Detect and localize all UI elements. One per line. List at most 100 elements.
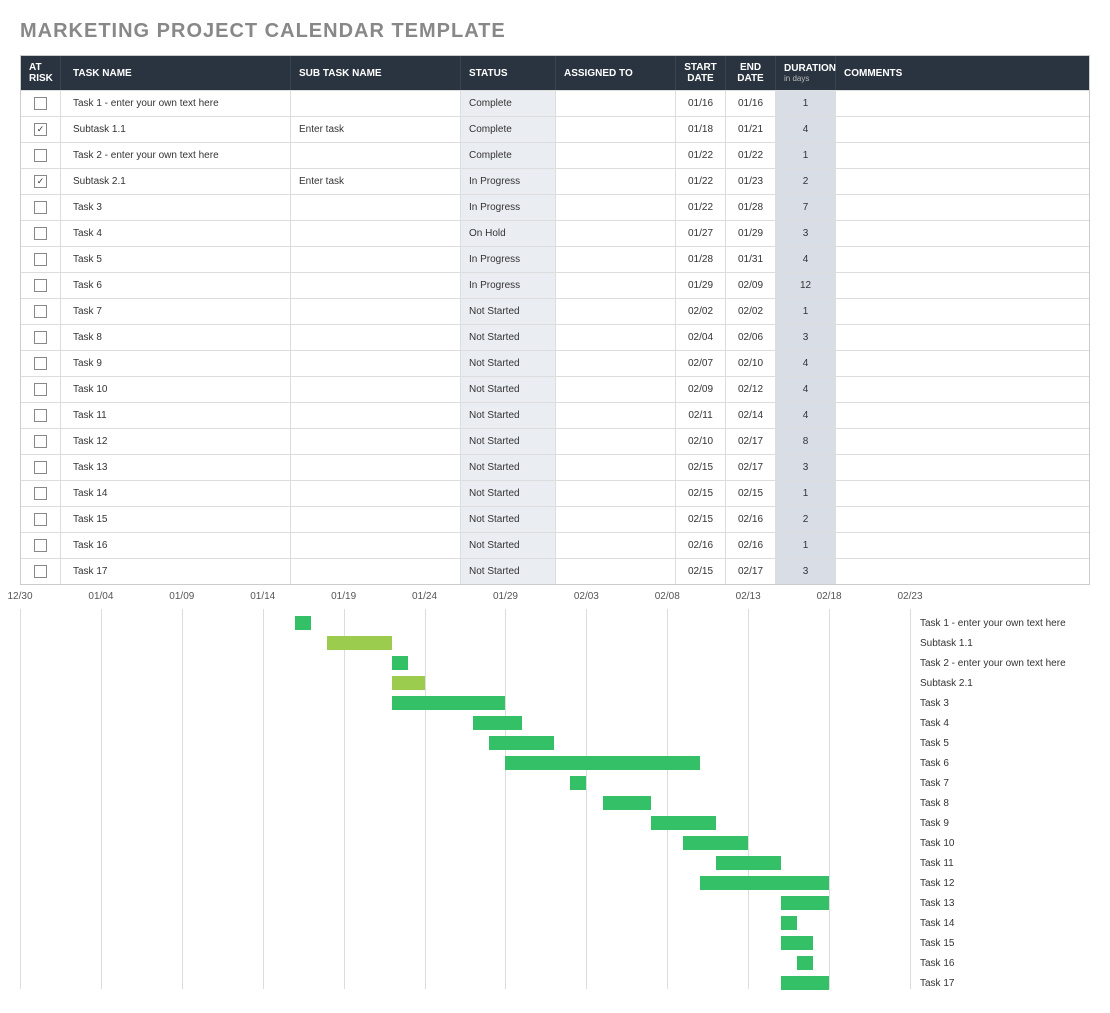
comments-cell[interactable] — [836, 117, 1089, 142]
assigned-cell[interactable] — [556, 91, 676, 116]
task-name-cell[interactable]: Task 8 — [61, 325, 291, 350]
start-date-cell[interactable]: 02/07 — [676, 351, 726, 376]
risk-checkbox[interactable] — [34, 331, 47, 344]
assigned-cell[interactable] — [556, 403, 676, 428]
assigned-cell[interactable] — [556, 377, 676, 402]
sub-task-cell[interactable]: Enter task — [291, 117, 461, 142]
assigned-cell[interactable] — [556, 481, 676, 506]
assigned-cell[interactable] — [556, 299, 676, 324]
sub-task-cell[interactable] — [291, 403, 461, 428]
start-date-cell[interactable]: 01/16 — [676, 91, 726, 116]
task-name-cell[interactable]: Task 6 — [61, 273, 291, 298]
status-cell[interactable]: In Progress — [461, 195, 556, 220]
start-date-cell[interactable]: 01/22 — [676, 195, 726, 220]
task-name-cell[interactable]: Subtask 1.1 — [61, 117, 291, 142]
end-date-cell[interactable]: 02/12 — [726, 377, 776, 402]
gantt-bar[interactable] — [781, 936, 813, 950]
assigned-cell[interactable] — [556, 455, 676, 480]
risk-checkbox[interactable] — [34, 149, 47, 162]
start-date-cell[interactable]: 02/15 — [676, 507, 726, 532]
gantt-bar[interactable] — [505, 756, 699, 770]
risk-checkbox[interactable] — [34, 305, 47, 318]
start-date-cell[interactable]: 02/16 — [676, 533, 726, 558]
task-name-cell[interactable]: Task 14 — [61, 481, 291, 506]
gantt-bar[interactable] — [651, 816, 716, 830]
assigned-cell[interactable] — [556, 117, 676, 142]
start-date-cell[interactable]: 02/15 — [676, 455, 726, 480]
gantt-bar[interactable] — [392, 676, 424, 690]
status-cell[interactable]: Complete — [461, 143, 556, 168]
start-date-cell[interactable]: 01/22 — [676, 169, 726, 194]
start-date-cell[interactable]: 01/18 — [676, 117, 726, 142]
risk-checkbox[interactable] — [34, 383, 47, 396]
start-date-cell[interactable]: 02/02 — [676, 299, 726, 324]
gantt-bar[interactable] — [716, 856, 781, 870]
comments-cell[interactable] — [836, 403, 1089, 428]
gantt-bar[interactable] — [327, 636, 392, 650]
task-name-cell[interactable]: Task 4 — [61, 221, 291, 246]
end-date-cell[interactable]: 02/15 — [726, 481, 776, 506]
risk-checkbox[interactable] — [34, 487, 47, 500]
assigned-cell[interactable] — [556, 351, 676, 376]
risk-checkbox[interactable] — [34, 409, 47, 422]
status-cell[interactable]: Not Started — [461, 299, 556, 324]
risk-checkbox[interactable]: ✓ — [34, 175, 47, 188]
risk-checkbox[interactable] — [34, 253, 47, 266]
status-cell[interactable]: Complete — [461, 91, 556, 116]
sub-task-cell[interactable] — [291, 195, 461, 220]
assigned-cell[interactable] — [556, 143, 676, 168]
status-cell[interactable]: Not Started — [461, 403, 556, 428]
end-date-cell[interactable]: 02/10 — [726, 351, 776, 376]
start-date-cell[interactable]: 01/28 — [676, 247, 726, 272]
end-date-cell[interactable]: 02/17 — [726, 429, 776, 454]
status-cell[interactable]: Not Started — [461, 507, 556, 532]
status-cell[interactable]: Complete — [461, 117, 556, 142]
end-date-cell[interactable]: 01/31 — [726, 247, 776, 272]
sub-task-cell[interactable]: Enter task — [291, 169, 461, 194]
comments-cell[interactable] — [836, 429, 1089, 454]
gantt-bar[interactable] — [570, 776, 586, 790]
task-name-cell[interactable]: Task 1 - enter your own text here — [61, 91, 291, 116]
task-name-cell[interactable]: Subtask 2.1 — [61, 169, 291, 194]
assigned-cell[interactable] — [556, 221, 676, 246]
status-cell[interactable]: Not Started — [461, 559, 556, 584]
risk-checkbox[interactable] — [34, 513, 47, 526]
task-name-cell[interactable]: Task 11 — [61, 403, 291, 428]
risk-checkbox[interactable] — [34, 565, 47, 578]
comments-cell[interactable] — [836, 351, 1089, 376]
end-date-cell[interactable]: 02/02 — [726, 299, 776, 324]
end-date-cell[interactable]: 01/23 — [726, 169, 776, 194]
gantt-bar[interactable] — [797, 956, 813, 970]
start-date-cell[interactable]: 02/09 — [676, 377, 726, 402]
status-cell[interactable]: In Progress — [461, 247, 556, 272]
task-name-cell[interactable]: Task 15 — [61, 507, 291, 532]
comments-cell[interactable] — [836, 143, 1089, 168]
risk-checkbox[interactable] — [34, 539, 47, 552]
end-date-cell[interactable]: 01/16 — [726, 91, 776, 116]
task-name-cell[interactable]: Task 16 — [61, 533, 291, 558]
risk-checkbox[interactable] — [34, 97, 47, 110]
gantt-bar[interactable] — [781, 976, 830, 990]
gantt-bar[interactable] — [473, 716, 522, 730]
end-date-cell[interactable]: 02/17 — [726, 559, 776, 584]
sub-task-cell[interactable] — [291, 351, 461, 376]
comments-cell[interactable] — [836, 377, 1089, 402]
gantt-bar[interactable] — [295, 616, 311, 630]
gantt-bar[interactable] — [700, 876, 829, 890]
risk-checkbox[interactable] — [34, 357, 47, 370]
status-cell[interactable]: Not Started — [461, 455, 556, 480]
status-cell[interactable]: Not Started — [461, 429, 556, 454]
status-cell[interactable]: Not Started — [461, 377, 556, 402]
gantt-bar[interactable] — [781, 896, 830, 910]
end-date-cell[interactable]: 01/22 — [726, 143, 776, 168]
sub-task-cell[interactable] — [291, 221, 461, 246]
assigned-cell[interactable] — [556, 273, 676, 298]
task-name-cell[interactable]: Task 13 — [61, 455, 291, 480]
comments-cell[interactable] — [836, 507, 1089, 532]
start-date-cell[interactable]: 02/15 — [676, 559, 726, 584]
gantt-bar[interactable] — [781, 916, 797, 930]
task-name-cell[interactable]: Task 7 — [61, 299, 291, 324]
assigned-cell[interactable] — [556, 247, 676, 272]
risk-checkbox[interactable] — [34, 227, 47, 240]
comments-cell[interactable] — [836, 533, 1089, 558]
